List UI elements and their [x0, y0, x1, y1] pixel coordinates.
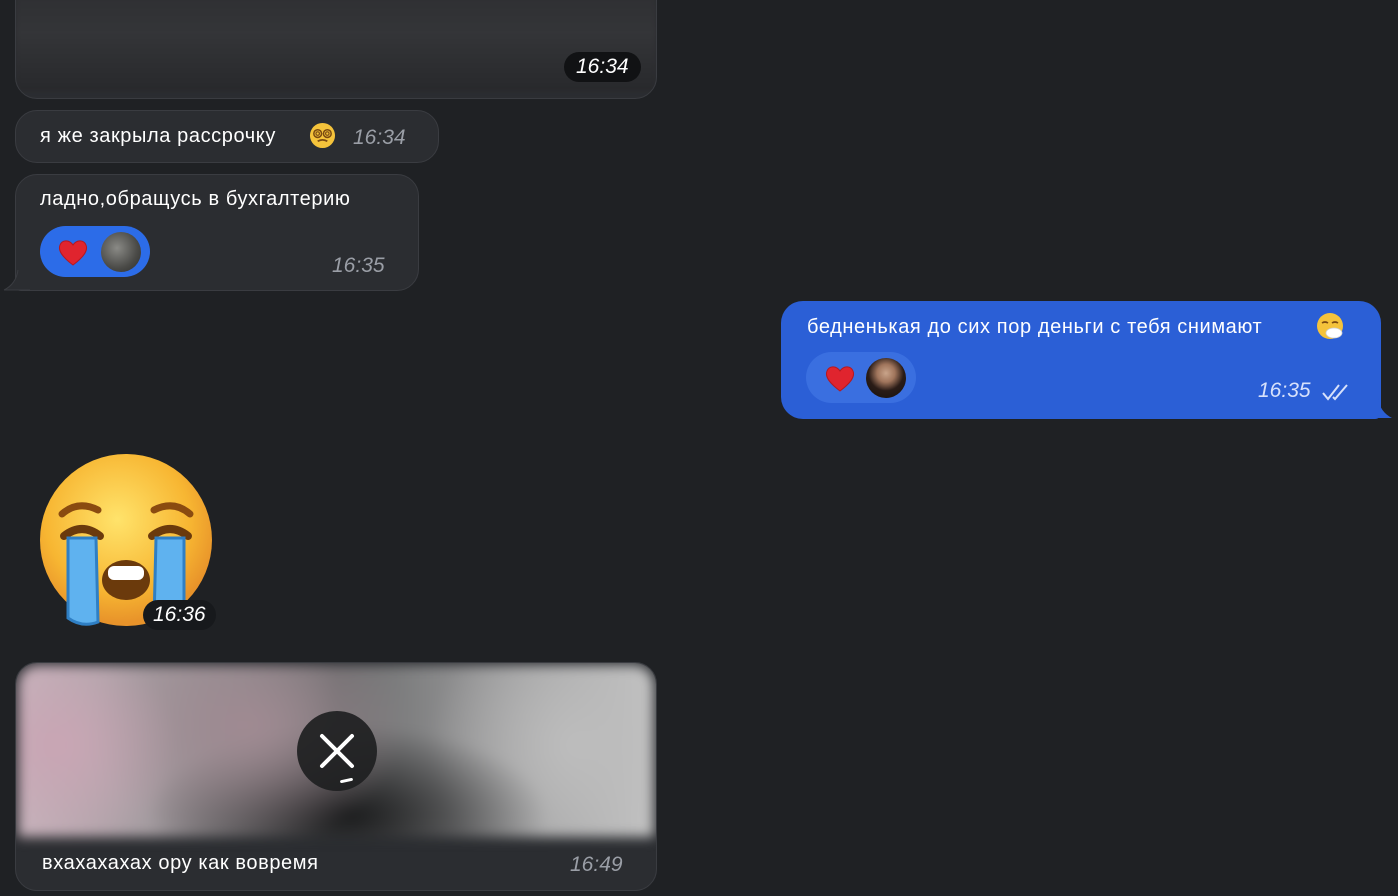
message-time: 16:34 — [353, 126, 406, 149]
message-time: 16:34 — [564, 52, 641, 82]
red-heart-icon — [57, 237, 89, 267]
media-caption-text: вхахахахах ору как вовремя — [42, 852, 319, 874]
close-icon — [317, 731, 357, 771]
reactor-avatar — [101, 231, 141, 272]
message-time: 16:35 — [1258, 379, 1311, 402]
message-text: ладно,обращусь в бухгалтерию — [40, 188, 351, 210]
red-heart-icon — [824, 363, 856, 393]
media-caption-message[interactable]: вхахахахах ору как вовремя 16:49 — [15, 662, 657, 891]
reactor-avatar — [866, 357, 906, 398]
bubble-tail — [3, 270, 30, 291]
sticker-message[interactable]: 16:36 — [38, 452, 218, 632]
message-time: 16:35 — [332, 254, 385, 277]
text-message[interactable]: ладно,обращусь в бухгалтерию 16:35 — [15, 174, 419, 291]
download-progress-indicator — [339, 777, 354, 784]
outgoing-text-message[interactable]: бедненькая до сих пор деньги с тебя сним… — [781, 301, 1381, 419]
message-text: я же закрыла рассрочку — [40, 125, 276, 147]
double-check-read-icon — [1321, 382, 1353, 402]
sneezing-face-emoji-icon — [1316, 312, 1344, 340]
reaction-heart[interactable] — [40, 226, 150, 277]
media-message[interactable]: 16:34 — [15, 0, 657, 99]
reaction-heart[interactable] — [806, 352, 916, 403]
sticker-time: 16:36 — [143, 600, 216, 630]
dizzy-face-emoji-icon — [309, 122, 336, 149]
text-message[interactable]: я же закрыла рассрочку 16:34 — [15, 110, 439, 163]
blurred-media[interactable] — [16, 0, 656, 91]
message-time: 16:49 — [570, 853, 623, 876]
media-close-button[interactable] — [297, 711, 377, 791]
message-text: бедненькая до сих пор деньги с тебя сним… — [807, 316, 1263, 338]
bubble-tail-outgoing — [1366, 398, 1392, 418]
